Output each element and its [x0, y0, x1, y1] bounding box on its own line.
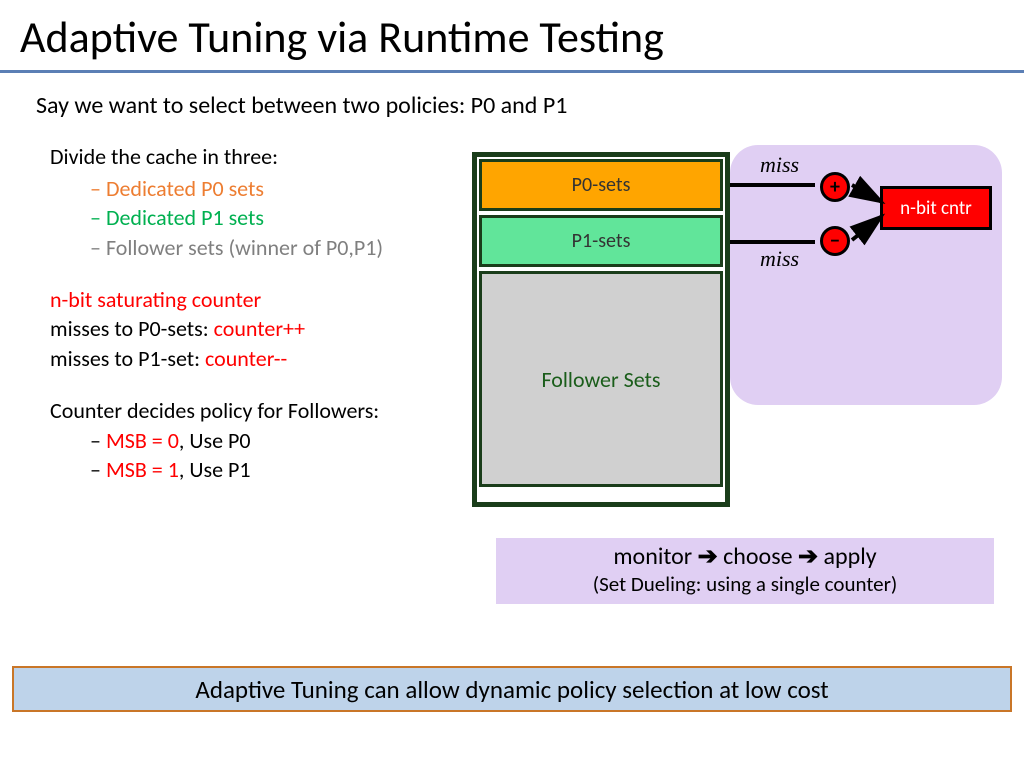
bullet-p1: Dedicated P1 sets — [50, 203, 480, 233]
cache-diagram: P0-sets P1-sets Follower Sets — [472, 152, 730, 507]
miss-label-bottom: miss — [760, 246, 799, 272]
choose-word: choose — [723, 542, 792, 571]
counter-dec: counter-- — [205, 345, 287, 372]
slide-title: Adaptive Tuning via Runtime Testing — [0, 0, 1024, 73]
counter-heading: n-bit saturating counter — [50, 285, 480, 315]
nbit-counter-box: n-bit cntr — [880, 186, 992, 230]
bullet-p0: Dedicated P0 sets — [50, 174, 480, 204]
monitor-word: monitor — [613, 542, 692, 571]
p0-sets-layer: P0-sets — [479, 159, 723, 211]
intro-text: Say we want to select between two polici… — [0, 73, 1024, 130]
msb1-action: , Use P1 — [179, 456, 251, 483]
miss-label-top: miss — [760, 152, 799, 178]
bottom-banner: Adaptive Tuning can allow dynamic policy… — [12, 666, 1012, 712]
msb0-cond: MSB = 0 — [106, 427, 179, 454]
miss-p0-text: misses to P0-sets: — [50, 315, 214, 342]
monitor-line: monitor ➔ choose ➔ apply — [496, 542, 994, 571]
msb0-line: MSB = 0, Use P0 — [50, 426, 480, 456]
miss-p1-text: misses to P1-set: — [50, 345, 205, 372]
p1-sets-layer: P1-sets — [479, 215, 723, 267]
plus-icon: + — [820, 172, 850, 202]
follower-sets-layer: Follower Sets — [479, 271, 723, 487]
counter-panel — [730, 145, 1002, 405]
miss-p0-line: misses to P0-sets: counter++ — [50, 314, 480, 344]
msb1-line: MSB = 1, Use P1 — [50, 455, 480, 485]
minus-icon: − — [820, 226, 850, 256]
arrow-right-icon: ➔ — [698, 543, 718, 570]
miss-p1-line: misses to P1-set: counter-- — [50, 344, 480, 374]
left-column: Divide the cache in three: Dedicated P0 … — [50, 142, 480, 485]
set-dueling-subtext: (Set Dueling: using a single counter) — [496, 571, 994, 597]
counter-inc: counter++ — [214, 315, 305, 342]
decide-heading: Counter decides policy for Followers: — [50, 396, 480, 426]
apply-word: apply — [824, 542, 877, 571]
divide-heading: Divide the cache in three: — [50, 142, 480, 172]
bullet-follower: Follower sets (winner of P0,P1) — [50, 233, 480, 263]
msb1-cond: MSB = 1 — [106, 456, 179, 483]
monitor-choose-apply-box: monitor ➔ choose ➔ apply (Set Dueling: u… — [496, 538, 994, 604]
msb0-action: , Use P0 — [179, 427, 251, 454]
arrow-right-icon: ➔ — [798, 543, 818, 570]
